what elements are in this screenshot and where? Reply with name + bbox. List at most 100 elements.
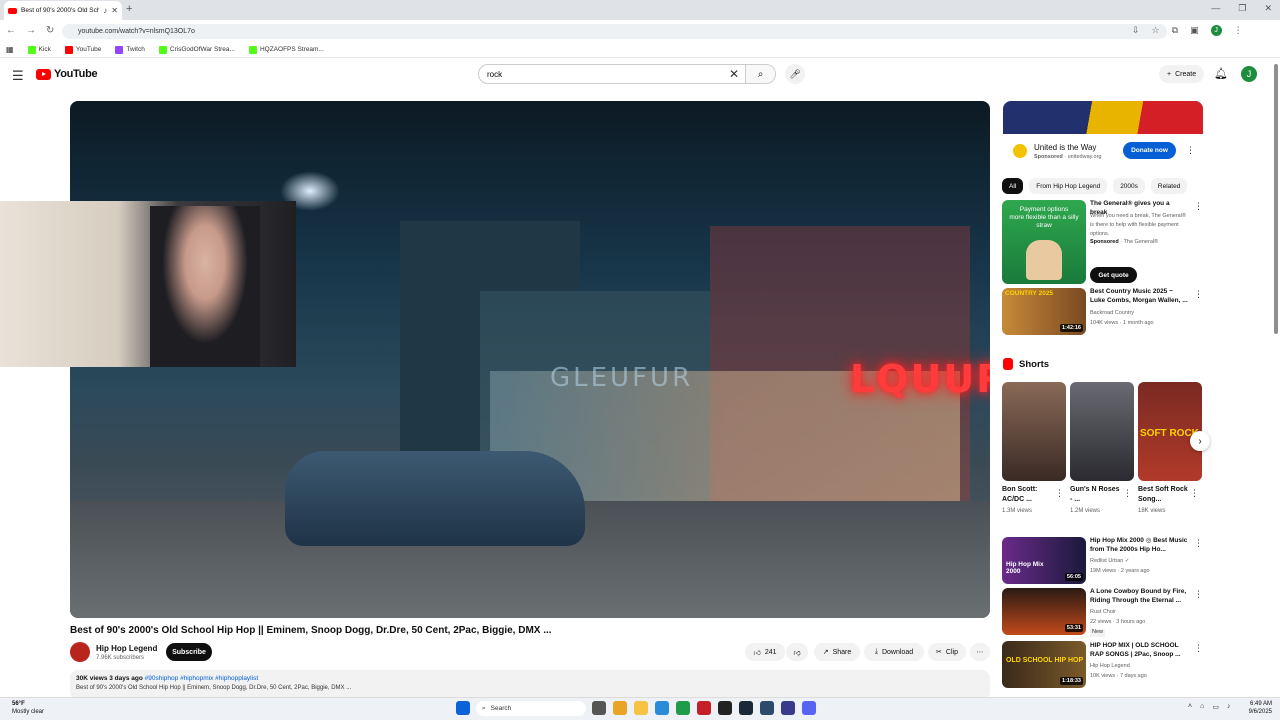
- task-view-icon[interactable]: [592, 701, 606, 715]
- install-icon[interactable]: ⇩: [1132, 25, 1140, 36]
- taskbar-search[interactable]: ⌕ Search: [476, 701, 586, 716]
- promo-thumbnail[interactable]: Payment options more flexible than a sil…: [1002, 200, 1086, 284]
- youtube-logo[interactable]: YouTube: [36, 68, 98, 80]
- close-window-icon[interactable]: ✕: [1264, 3, 1272, 14]
- discord-icon[interactable]: [802, 701, 816, 715]
- copilot-icon[interactable]: [655, 701, 669, 715]
- chevron-up-icon[interactable]: ˄: [1188, 703, 1192, 711]
- maximize-icon[interactable]: ❐: [1238, 3, 1246, 14]
- notifications-bell-icon[interactable]: 🔔︎: [1214, 67, 1228, 80]
- bookmark-hqzaofps[interactable]: HQZAOFPS Stream...: [248, 45, 324, 54]
- start-icon[interactable]: [456, 701, 470, 715]
- short-title[interactable]: Gun's N Roses - ...: [1070, 485, 1122, 505]
- chip-from-channel[interactable]: From Hip Hop Legend: [1029, 178, 1108, 194]
- short-menu-icon[interactable]: ⋮: [1190, 488, 1199, 499]
- video-thumbnail[interactable]: OLD SCHOOL HIP HOP 1:18:33: [1002, 641, 1086, 688]
- bookmark-youtube[interactable]: YouTube: [64, 45, 101, 54]
- bookmark-star-icon[interactable]: ☆: [1152, 25, 1160, 36]
- short-title[interactable]: Best Soft Rock Song...: [1138, 485, 1190, 505]
- shorts-next-button[interactable]: ›: [1190, 431, 1210, 451]
- minimize-icon[interactable]: —: [1211, 3, 1220, 14]
- tab-close-icon[interactable]: ✕: [111, 6, 118, 15]
- video-channel[interactable]: Rust Choir: [1090, 609, 1188, 617]
- taskbar-clock[interactable]: 6:49 AM 9/6/2025: [1236, 700, 1272, 716]
- channel-avatar[interactable]: [70, 642, 90, 662]
- chip-2000s[interactable]: 2000s: [1113, 178, 1145, 194]
- short-menu-icon[interactable]: ⋮: [1055, 488, 1064, 499]
- ad-banner[interactable]: [1003, 101, 1203, 134]
- xbox-icon[interactable]: [676, 701, 690, 715]
- video-channel[interactable]: Hip Hop Legend: [1090, 663, 1188, 671]
- voice-search-button[interactable]: 🎤︎: [785, 64, 805, 84]
- reload-icon[interactable]: ↻: [46, 25, 54, 36]
- like-button[interactable]: 👍︎ 241: [745, 643, 785, 661]
- more-actions-button[interactable]: ⋯: [970, 643, 990, 661]
- chip-related[interactable]: Related: [1150, 178, 1188, 194]
- volume-icon[interactable]: ♪: [1227, 703, 1231, 711]
- browser-tab[interactable]: Best of 90's 2000's Old Sch ♪ ✕: [4, 1, 122, 20]
- kick-icon: [248, 45, 257, 54]
- description-box[interactable]: 30K views 3 days ago #90shiphop #hiphopm…: [70, 670, 990, 700]
- video-thumbnail[interactable]: 53:31: [1002, 588, 1086, 635]
- video-channel[interactable]: Backroad Country: [1090, 310, 1188, 318]
- video-menu-icon[interactable]: ⋮: [1194, 643, 1203, 654]
- sidepanel-icon[interactable]: ▣: [1190, 25, 1199, 36]
- search-button[interactable]: ⌕: [745, 65, 775, 83]
- video-menu-icon[interactable]: ⋮: [1194, 538, 1203, 549]
- short-title[interactable]: Bon Scott: AC/DC ...: [1002, 485, 1054, 505]
- file-explorer-icon[interactable]: [634, 701, 648, 715]
- apps-grid-icon[interactable]: ▦: [6, 45, 14, 54]
- extensions-icon[interactable]: ⧉: [1172, 25, 1178, 36]
- account-avatar[interactable]: J: [1241, 66, 1257, 82]
- address-bar[interactable]: youtube.com/watch?v=nlsmQ13OL7o: [62, 24, 1167, 39]
- subscribe-button[interactable]: Subscribe: [166, 643, 212, 661]
- display-icon[interactable]: ▭: [1212, 703, 1219, 711]
- video-title-link[interactable]: Best Country Music 2025 ~ Luke Combs, Mo…: [1090, 288, 1188, 305]
- video-title-link[interactable]: HIP HOP MIX | OLD SCHOOL RAP SONGS | 2Pa…: [1090, 642, 1188, 659]
- chip-all[interactable]: All: [1002, 178, 1024, 194]
- steam-icon[interactable]: [760, 701, 774, 715]
- video-title-link[interactable]: A Lone Cowboy Bound by Fire, Riding Thro…: [1090, 588, 1188, 605]
- bookmark-twitch[interactable]: Twitch: [115, 45, 145, 54]
- short-thumbnail[interactable]: [1002, 382, 1066, 481]
- video-title-link[interactable]: Hip Hop Mix 2000 ◎ Best Music from The 2…: [1090, 537, 1188, 554]
- hashtags[interactable]: #90shiphop #hiphopmix #hiphopplaylist: [145, 675, 258, 682]
- create-button[interactable]: + Create: [1159, 65, 1205, 83]
- video-menu-icon[interactable]: ⋮: [1194, 289, 1203, 300]
- scrollbar-thumb[interactable]: [1274, 64, 1278, 334]
- new-tab-button[interactable]: +: [126, 3, 132, 15]
- share-button[interactable]: ↗ Share: [814, 643, 860, 661]
- epic-games-icon[interactable]: [718, 701, 732, 715]
- dislike-button[interactable]: 👎︎: [786, 643, 808, 661]
- download-button[interactable]: ⤓ Download: [864, 643, 924, 661]
- search-input[interactable]: [487, 69, 723, 79]
- video-thumbnail[interactable]: COUNTRY 2025 1:42:16: [1002, 288, 1086, 335]
- clip-button[interactable]: ✂ Clip: [928, 643, 966, 661]
- ad-menu-icon[interactable]: ⋮: [1186, 145, 1195, 156]
- app-icon[interactable]: [697, 701, 711, 715]
- network-icon[interactable]: ⌂: [1200, 703, 1204, 711]
- ad-title[interactable]: United is the Way: [1034, 143, 1096, 152]
- short-thumbnail[interactable]: SOFT ROCK: [1138, 382, 1202, 481]
- steam-icon[interactable]: [739, 701, 753, 715]
- video-channel[interactable]: Redlist Urban ✓: [1090, 558, 1188, 566]
- bookmark-kick[interactable]: Kick: [27, 45, 51, 54]
- next-app-icon[interactable]: [781, 701, 795, 715]
- donate-button[interactable]: Donate now: [1123, 142, 1176, 159]
- short-thumbnail[interactable]: [1070, 382, 1134, 481]
- clear-search-icon[interactable]: ✕: [723, 67, 745, 81]
- forward-icon[interactable]: →: [26, 25, 36, 36]
- video-thumbnail[interactable]: Hip Hop Mix 2000 56:05: [1002, 537, 1086, 584]
- get-quote-button[interactable]: Get quote: [1090, 267, 1137, 283]
- hamburger-menu-icon[interactable]: ☰: [12, 68, 24, 84]
- chrome-icon[interactable]: [613, 701, 627, 715]
- menu-icon[interactable]: ⋮: [1234, 25, 1243, 36]
- promo-menu-icon[interactable]: ⋮: [1194, 201, 1203, 212]
- bookmark-crisgodofwar[interactable]: CrisGodOfWar Strea...: [158, 45, 235, 54]
- back-icon[interactable]: ←: [6, 25, 16, 36]
- channel-name[interactable]: Hip Hop Legend: [96, 644, 157, 653]
- video-menu-icon[interactable]: ⋮: [1194, 589, 1203, 600]
- short-menu-icon[interactable]: ⋮: [1123, 488, 1132, 499]
- profile-avatar[interactable]: J: [1210, 25, 1222, 36]
- weather-widget[interactable]: 56°F Mostly clear: [12, 700, 44, 716]
